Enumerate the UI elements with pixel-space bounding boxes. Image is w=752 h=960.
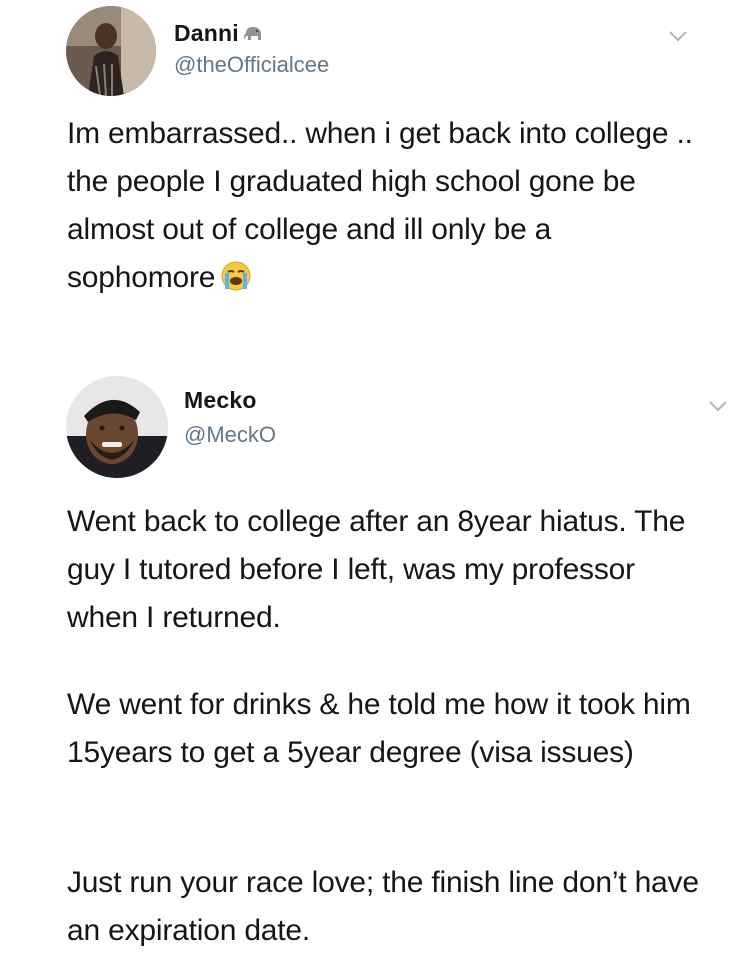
tweet-paragraph: Just run your race love; the finish line… <box>67 866 699 947</box>
tweet-text-body: Im embarrassed.. when i get back into co… <box>67 117 693 294</box>
chevron-down-icon[interactable] <box>708 400 728 412</box>
tweet-card: Danni @theOfficialcee Im embarrassed.. w… <box>0 0 752 360</box>
tweet-card: Mecko @MeckO Went back to college after … <box>0 360 752 960</box>
avatar[interactable] <box>66 6 156 96</box>
elephant-emoji-icon <box>243 25 265 43</box>
username-handle[interactable]: @MeckO <box>184 422 276 448</box>
loudly-crying-face-emoji-icon <box>221 258 251 291</box>
display-name[interactable]: Danni <box>174 20 239 47</box>
user-avatar-photo-icon <box>66 6 156 96</box>
display-name[interactable]: Mecko <box>184 387 257 414</box>
username-handle[interactable]: @theOfficialcee <box>174 52 329 78</box>
tweet-paragraph: Went back to college after an 8year hiat… <box>67 505 686 634</box>
tweet-paragraph: We went for drinks & he told me how it t… <box>67 688 691 769</box>
chevron-down-icon[interactable] <box>668 30 688 42</box>
tweet-text: Im embarrassed.. when i get back into co… <box>67 110 707 302</box>
author-name-row: Mecko <box>184 387 257 414</box>
user-avatar-photo-icon <box>66 376 168 478</box>
avatar[interactable] <box>66 376 168 478</box>
author-name-row: Danni <box>174 20 265 47</box>
